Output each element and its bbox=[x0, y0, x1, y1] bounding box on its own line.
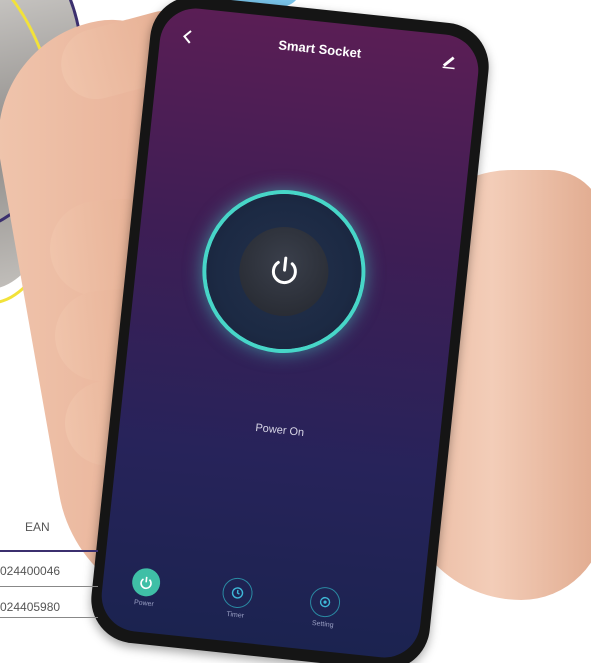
power-status-text: Power On bbox=[254, 421, 305, 439]
app-screen: Smart Socket Power On Power Timer Settin… bbox=[98, 4, 482, 662]
divider bbox=[0, 586, 98, 587]
power-toggle-button[interactable] bbox=[234, 222, 333, 321]
divider bbox=[0, 550, 98, 552]
edit-button[interactable] bbox=[440, 52, 464, 78]
clock-icon bbox=[221, 576, 255, 610]
ean-header: EAN bbox=[25, 520, 50, 534]
bottom-tab-bar: Power Timer Setting bbox=[99, 558, 424, 651]
gear-icon bbox=[308, 585, 342, 619]
tab-power[interactable]: Power bbox=[117, 566, 172, 625]
power-ring bbox=[198, 186, 370, 357]
tab-setting[interactable]: Setting bbox=[296, 585, 351, 644]
ean-value: 024400046 bbox=[0, 564, 61, 578]
smartphone: Smart Socket Power On Power Timer Settin… bbox=[86, 0, 494, 663]
page-title: Smart Socket bbox=[277, 37, 362, 61]
divider bbox=[0, 617, 98, 618]
tab-label: Setting bbox=[311, 619, 334, 630]
tab-timer[interactable]: Timer bbox=[209, 575, 264, 634]
power-icon bbox=[271, 256, 297, 285]
pencil-icon bbox=[442, 56, 455, 70]
tab-label: Timer bbox=[226, 610, 245, 620]
power-icon bbox=[130, 566, 162, 598]
product-photo: Smart Socket Power On Power Timer Settin… bbox=[0, 0, 591, 663]
ean-value: 024405980 bbox=[0, 600, 61, 614]
app-header: Smart Socket bbox=[159, 21, 480, 84]
tab-label: Power bbox=[133, 599, 155, 609]
